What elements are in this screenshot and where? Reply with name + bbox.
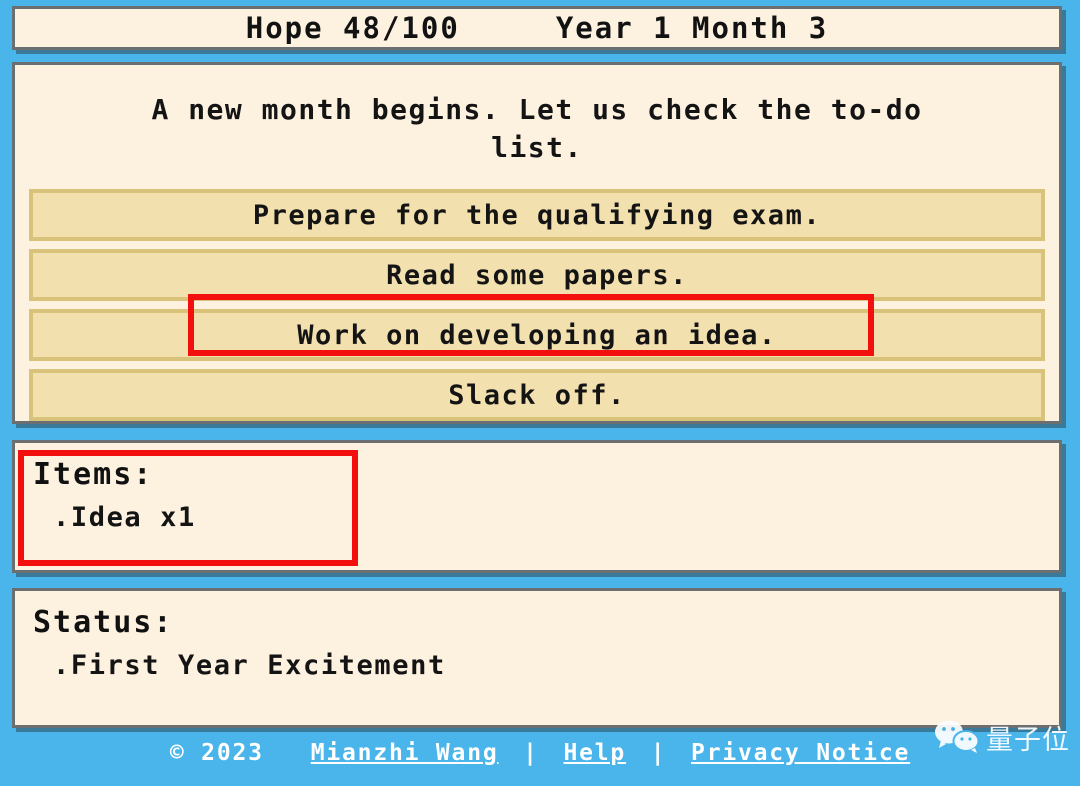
main-content-panel: A new month begins. Let us check the to-… [12,62,1062,424]
header-stats: Hope 48/100 Year 1 Month 3 [246,11,829,45]
status-panel: Status: .First Year Excitement [12,588,1062,728]
status-header-panel: Hope 48/100 Year 1 Month 3 [12,6,1062,50]
date-stat: Year 1 Month 3 [555,11,829,45]
item-entry-idea: .Idea x1 [53,502,196,533]
choice-list: Prepare for the qualifying exam. Read so… [29,189,1045,422]
story-text: A new month begins. Let us check the to-… [151,93,923,165]
footer: © 2023 Mianzhi Wang | Help | Privacy Not… [0,740,1080,766]
items-entry-list: .Idea x1 [31,502,1043,533]
wechat-icon [934,719,980,757]
footer-author-link[interactable]: Mianzhi Wang [311,740,499,766]
status-entry-list: .First Year Excitement [31,650,1043,681]
footer-separator-2: | [650,740,667,766]
watermark-text: 量子位 [986,725,1070,756]
choice-option-develop-idea[interactable]: Work on developing an idea. [29,309,1045,362]
choice-option-read-papers[interactable]: Read some papers. [29,249,1045,302]
footer-copyright: © 2023 [169,740,264,766]
footer-separator-1: | [523,740,539,766]
items-title: Items: [33,457,154,492]
footer-help-link[interactable]: Help [563,740,626,766]
status-entry-first-year-excitement: .First Year Excitement [53,650,446,681]
choice-option-prepare-exam[interactable]: Prepare for the qualifying exam. [29,189,1045,242]
hope-stat: Hope 48/100 [245,11,460,45]
status-title: Status: [33,605,174,640]
footer-privacy-link[interactable]: Privacy Notice [691,740,910,766]
choice-option-slack-off[interactable]: Slack off. [29,369,1045,422]
game-screen: Hope 48/100 Year 1 Month 3 A new month b… [0,0,1080,786]
watermark: 量子位 [934,718,1070,757]
items-panel: Items: .Idea x1 [12,440,1062,573]
